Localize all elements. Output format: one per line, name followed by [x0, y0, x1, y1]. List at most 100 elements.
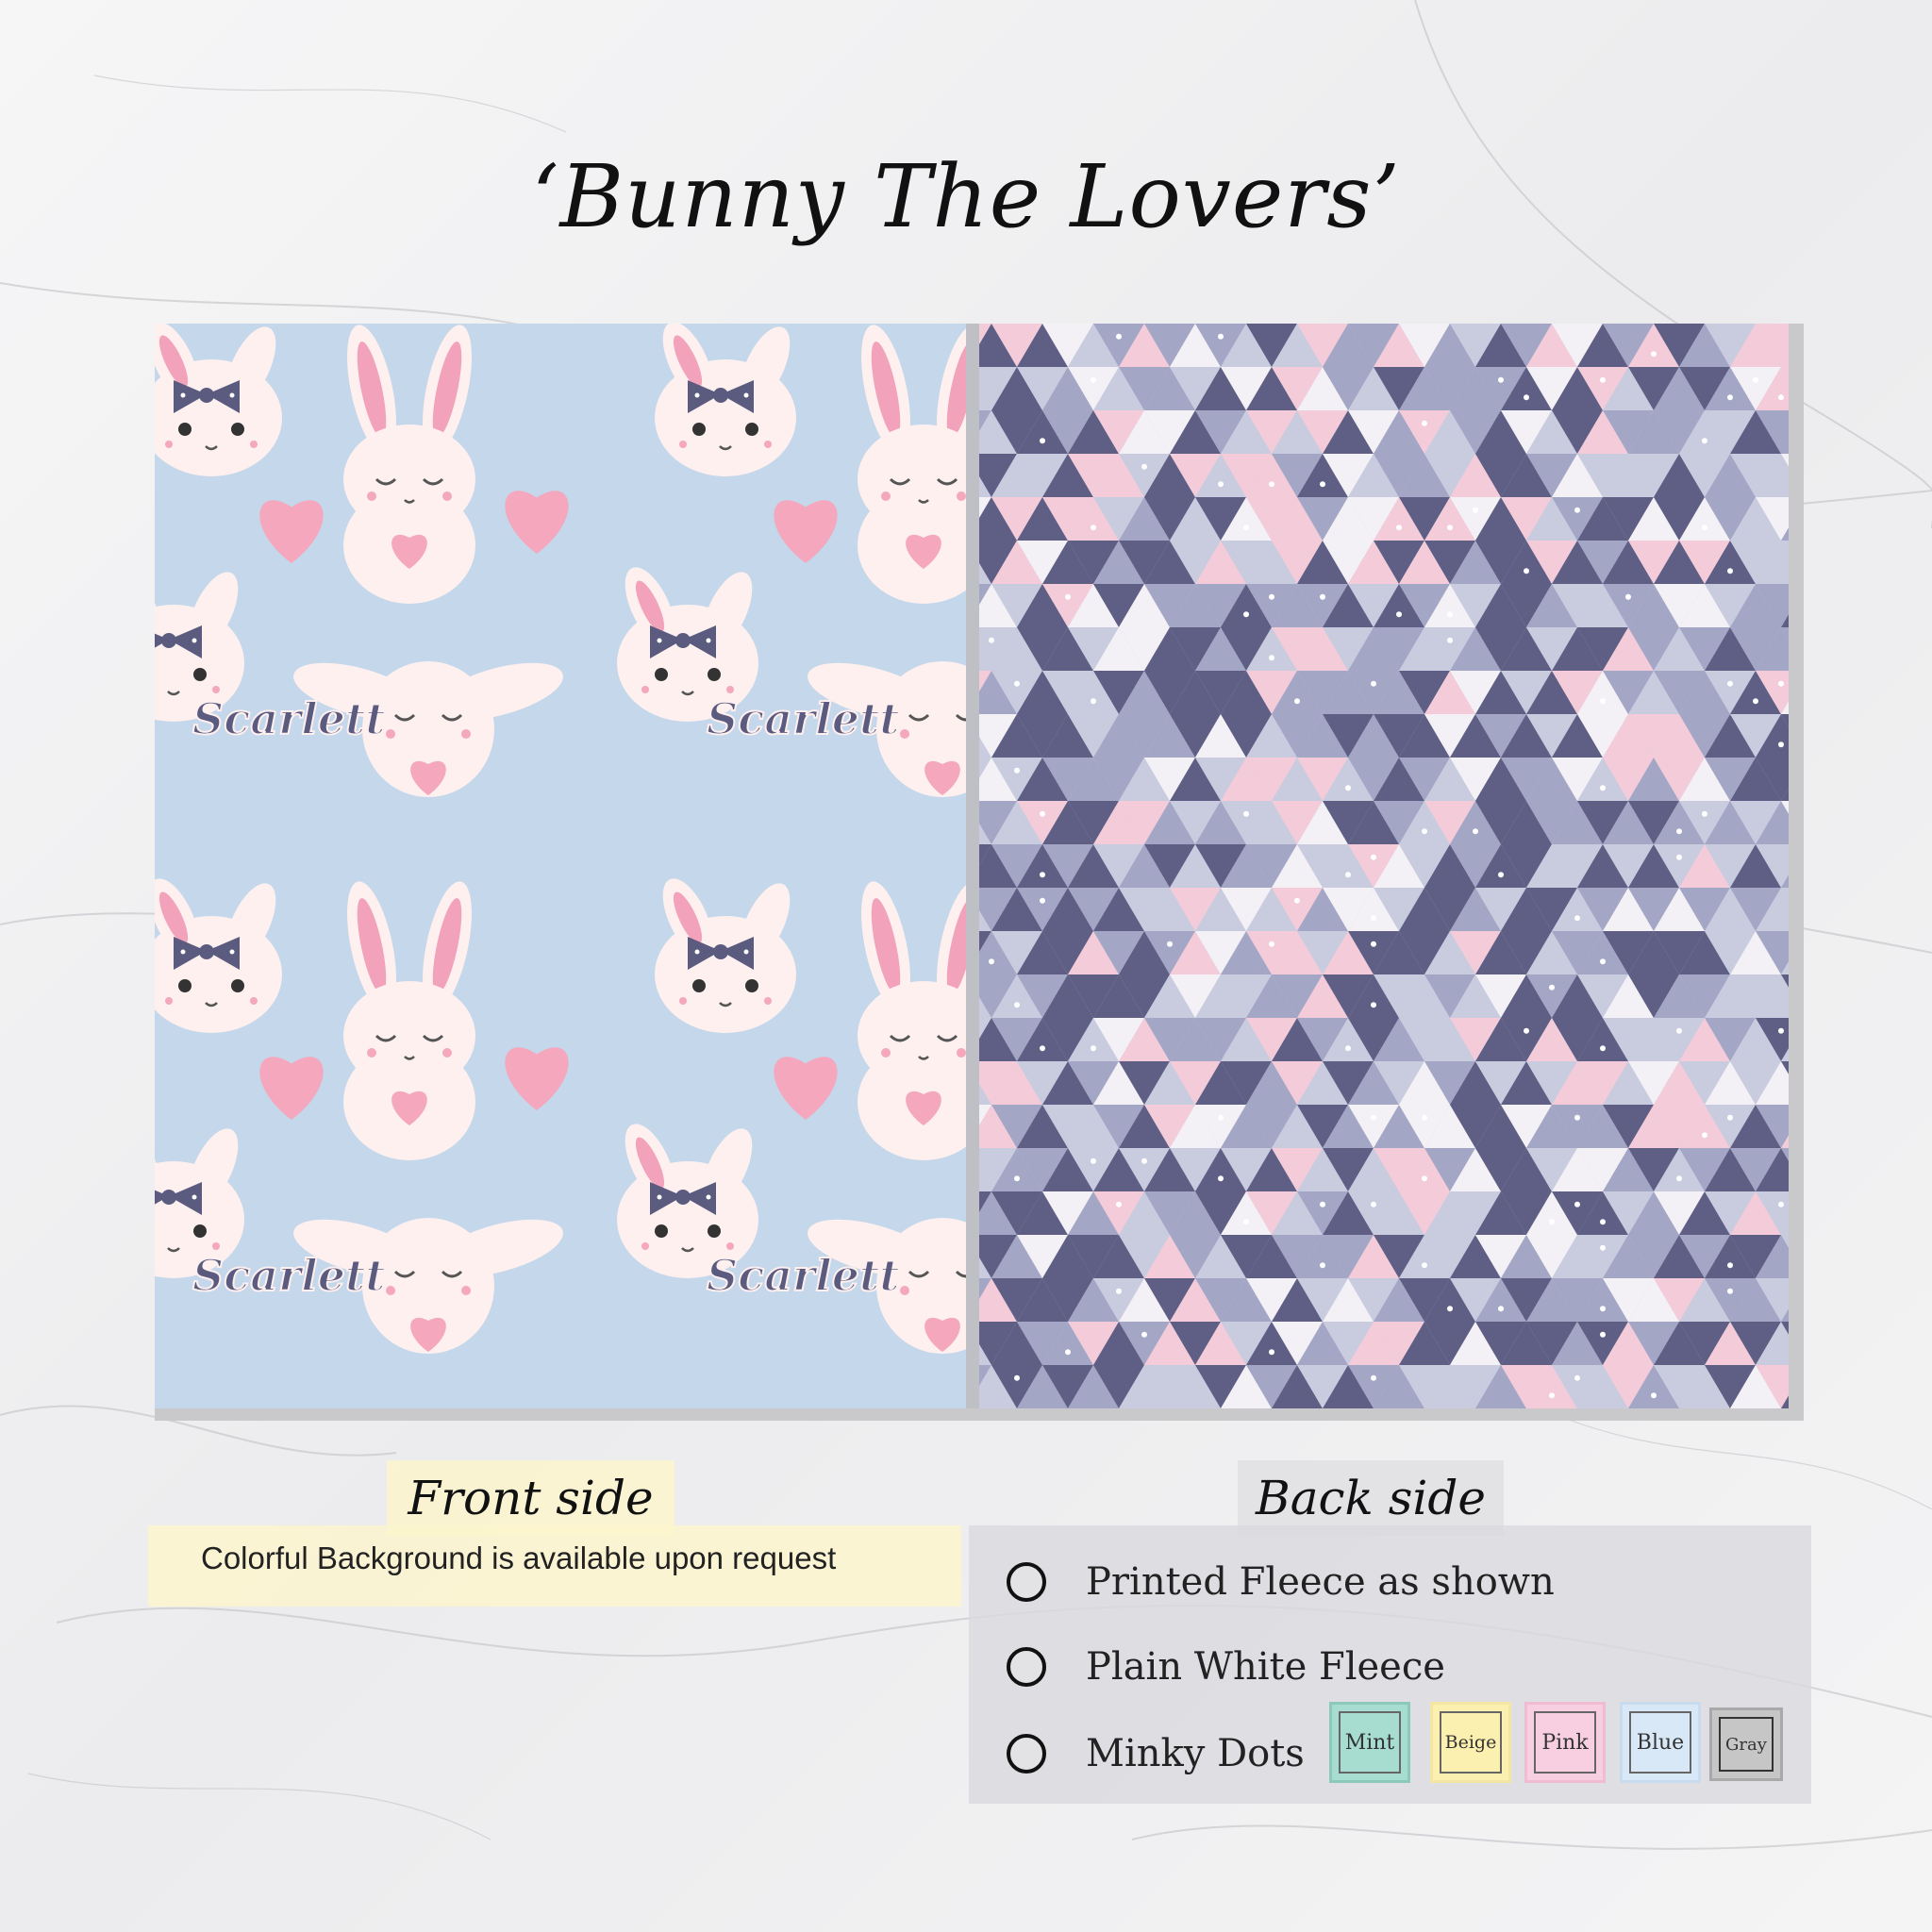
dot-accent	[1116, 1288, 1122, 1294]
dot-accent	[1600, 1244, 1606, 1251]
front-side-note: Colorful Background is available upon re…	[148, 1525, 961, 1607]
dot-accent	[1371, 1374, 1376, 1381]
dot-accent	[1371, 854, 1376, 860]
dot-accent	[1345, 1045, 1351, 1052]
dot-accent	[1600, 958, 1606, 965]
dot-accent	[1218, 333, 1224, 340]
option-label: Plain White Fleece	[1086, 1645, 1445, 1689]
dot-accent	[1294, 897, 1300, 904]
dot-accent	[1702, 810, 1707, 817]
dot-accent	[1294, 698, 1300, 705]
dot-accent	[1040, 1045, 1045, 1052]
dot-accent	[1396, 611, 1402, 618]
dot-accent	[1447, 1306, 1453, 1312]
dot-accent	[1422, 1114, 1427, 1121]
dot-accent	[1218, 481, 1224, 488]
dot-accent	[1269, 593, 1274, 600]
dot-accent	[1371, 1114, 1376, 1121]
dot-accent	[1040, 897, 1045, 904]
swatch-gray[interactable]: Gray	[1709, 1707, 1783, 1781]
page-title: ‘Bunny The Lovers’	[531, 146, 1401, 247]
name-label: Scarlett	[192, 1250, 386, 1301]
dot-accent	[1600, 785, 1606, 791]
dot-accent	[1345, 785, 1351, 791]
option-minky-dots[interactable]: Minky Dots	[1007, 1725, 1305, 1782]
dot-accent	[1574, 1201, 1580, 1208]
swatch-beige[interactable]: Beige	[1430, 1702, 1511, 1783]
dot-accent	[1065, 1349, 1071, 1356]
dot-accent	[1702, 525, 1707, 531]
dot-accent	[1524, 1027, 1529, 1034]
option-label: Minky Dots	[1086, 1732, 1305, 1775]
dot-accent	[1727, 1114, 1733, 1121]
triangle-pattern-group	[966, 324, 1789, 1408]
dot-accent	[1269, 481, 1274, 488]
dot-accent	[1676, 1027, 1682, 1034]
dot-accent	[1574, 1374, 1580, 1381]
swatch-label: Mint	[1339, 1711, 1401, 1774]
dot-accent	[1447, 611, 1453, 618]
panel-shadow-bottom	[155, 1407, 1804, 1421]
dot-accent	[1269, 941, 1274, 947]
dot-accent	[1141, 463, 1147, 470]
dot-accent	[1345, 872, 1351, 878]
dot-accent	[1091, 1045, 1096, 1052]
name-label: Scarlett	[192, 693, 386, 744]
dot-accent	[1524, 394, 1529, 401]
dot-accent	[1422, 1262, 1427, 1269]
dot-accent	[1676, 1175, 1682, 1182]
swatch-mint[interactable]: Mint	[1329, 1702, 1410, 1783]
dot-accent	[1625, 593, 1631, 600]
dot-accent	[1091, 1158, 1096, 1164]
dot-accent	[1218, 1114, 1224, 1121]
dot-accent	[1243, 525, 1249, 531]
dot-accent	[1320, 481, 1325, 488]
dot-accent	[1422, 1175, 1427, 1182]
dot-accent	[1702, 438, 1707, 444]
option-label: Printed Fleece as shown	[1086, 1560, 1555, 1604]
radio-button[interactable]	[1007, 1734, 1046, 1774]
name-label: Scarlett	[707, 1250, 900, 1301]
dot-accent	[1524, 568, 1529, 575]
dot-accent	[1676, 828, 1682, 835]
dot-accent	[1651, 1392, 1657, 1399]
radio-button[interactable]	[1007, 1562, 1046, 1602]
dot-accent	[1549, 984, 1555, 991]
radio-button[interactable]	[1007, 1647, 1046, 1687]
dot-accent	[1141, 1331, 1147, 1338]
back-side-label: Back side	[1238, 1460, 1504, 1536]
back-side-options: Printed Fleece as shown Plain White Flee…	[969, 1525, 1811, 1804]
swatch-label: Gray	[1719, 1717, 1774, 1772]
dot-accent	[1447, 637, 1453, 643]
dot-accent	[1574, 915, 1580, 922]
dot-accent	[1396, 525, 1402, 531]
swatch-pink[interactable]: Pink	[1524, 1702, 1606, 1783]
swatch-blue[interactable]: Blue	[1620, 1702, 1701, 1783]
dot-accent	[1116, 1201, 1122, 1208]
dot-accent	[1014, 680, 1020, 687]
dot-accent	[1141, 1158, 1147, 1164]
dot-accent	[1574, 507, 1580, 513]
option-plain-white-fleece[interactable]: Plain White Fleece	[1007, 1639, 1445, 1695]
dot-accent	[989, 958, 994, 965]
option-printed-fleece[interactable]: Printed Fleece as shown	[1007, 1554, 1555, 1610]
dot-accent	[1600, 1219, 1606, 1225]
name-label: Scarlett	[707, 693, 900, 744]
dot-accent	[1269, 1349, 1274, 1356]
dot-accent	[1040, 438, 1045, 444]
dot-accent	[1473, 828, 1478, 835]
dot-accent	[1091, 525, 1096, 531]
dot-accent	[1753, 376, 1758, 383]
dot-accent	[1014, 767, 1020, 774]
swatch-label: Beige	[1440, 1711, 1502, 1774]
dot-accent	[1065, 593, 1071, 600]
dot-accent	[1422, 420, 1427, 426]
dot-accent	[1320, 593, 1325, 600]
dot-accent	[1167, 941, 1173, 947]
dot-accent	[1778, 1201, 1784, 1208]
dot-accent	[1014, 1002, 1020, 1008]
dot-accent	[1320, 1262, 1325, 1269]
dot-accent	[1091, 698, 1096, 705]
dot-accent	[1702, 1132, 1707, 1139]
dot-accent	[1040, 810, 1045, 817]
